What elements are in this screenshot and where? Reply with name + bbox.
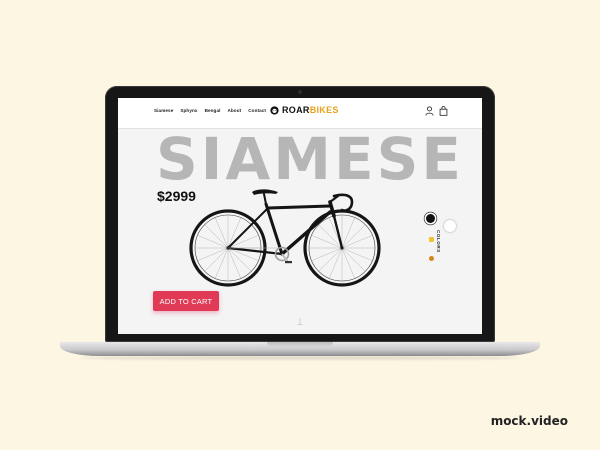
camera-dot	[298, 90, 302, 94]
color-swatch-yellow[interactable]	[429, 237, 434, 242]
color-swatch-orange[interactable]	[429, 256, 434, 261]
color-swatch-black[interactable]	[426, 214, 435, 223]
nav-link-siamese[interactable]: Siamese	[154, 108, 173, 113]
nav-link-contact[interactable]: Contact	[248, 108, 266, 113]
brand-name-bikes: BIKES	[309, 105, 339, 115]
add-to-cart-button[interactable]: ADD TO CART	[153, 291, 219, 311]
bike-frame	[226, 193, 354, 256]
color-swatch-white[interactable]	[444, 220, 456, 232]
nav-link-about[interactable]: About	[227, 108, 241, 113]
stage: Siamese Sphynx Bengal About Contact ROAR…	[0, 0, 600, 450]
colors-label: COLORS	[436, 230, 441, 253]
laptop-opening-notch	[267, 342, 333, 347]
brand-name-roar: ROAR	[282, 105, 310, 115]
laptop-lid: Siamese Sphynx Bengal About Contact ROAR…	[105, 86, 495, 342]
color-selector: COLORS	[423, 212, 456, 272]
laptop-screen: Siamese Sphynx Bengal About Contact ROAR…	[118, 98, 482, 334]
scroll-down-icon[interactable]	[296, 318, 304, 328]
lion-logo-icon	[270, 105, 279, 115]
nav-link-bengal[interactable]: Bengal	[205, 108, 221, 113]
nav-icons	[425, 106, 448, 116]
cart-icon[interactable]	[439, 106, 448, 116]
laptop-shadow	[80, 356, 520, 360]
watermark: mock.video	[490, 414, 568, 428]
user-icon[interactable]	[425, 106, 434, 116]
nav-links: Siamese Sphynx Bengal About Contact	[154, 108, 266, 113]
nav-link-sphynx[interactable]: Sphynx	[180, 108, 197, 113]
top-nav: Siamese Sphynx Bengal About Contact ROAR…	[118, 98, 482, 128]
bicycle-image	[189, 189, 381, 287]
brand-logo[interactable]: ROARBIKES	[270, 105, 339, 115]
